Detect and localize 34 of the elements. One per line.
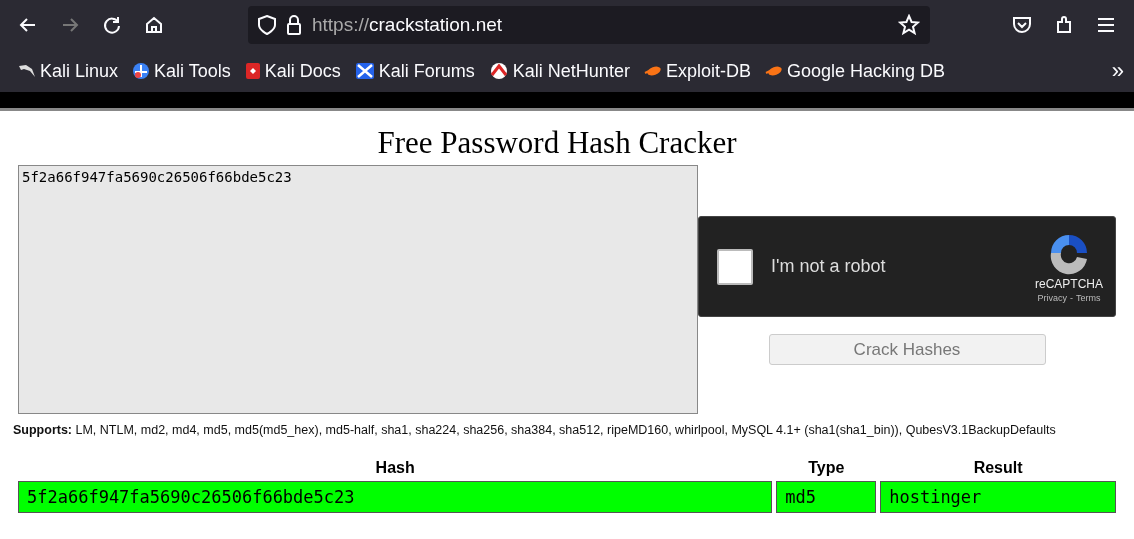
docs-icon [244, 62, 261, 80]
bookmark-link[interactable]: Kali Tools [132, 60, 231, 82]
shield-icon [258, 15, 276, 35]
terms-link[interactable]: Terms [1076, 292, 1101, 303]
page-title: Free Password Hash Cracker [376, 125, 738, 161]
star-icon[interactable] [898, 14, 920, 36]
address-bar[interactable]: https://crackstation.net [248, 6, 930, 44]
bookmark-link[interactable]: Kali Linux [18, 60, 119, 82]
column-header: Type [807, 458, 846, 477]
privacy-link[interactable]: Privacy [1037, 292, 1067, 303]
bug-icon [643, 64, 662, 78]
url-text: https://crackstation.net [312, 14, 504, 36]
bookmark-link[interactable]: Kali NetHunter [488, 60, 630, 82]
supported-hashes-text: Supports: LM, NTLM, md2, md4, md5, md5(md5_hex), md5-half, sha1, sha224, sha256, sha384, sha512, ripeMD160, whirlpool, MySQL 4.1+ (sha1(sha1_bin)), QubesV3.1BackupDefaults [13, 422, 1057, 439]
bookmark-link[interactable]: Kali Forums [354, 60, 475, 82]
result-cell: 5f2a66f947fa5690c26506f66bde5c23 [18, 481, 773, 513]
globe-icon [132, 62, 151, 80]
bookmark-link[interactable]: Google Hacking DB [764, 60, 945, 82]
result-cell: md5 [776, 481, 877, 513]
bookmark-link[interactable]: Kali Docs [244, 60, 341, 82]
bookmark-link[interactable]: Exploit-DB [643, 60, 751, 82]
captcha-checkbox[interactable] [717, 248, 753, 285]
column-header: Hash [374, 458, 416, 477]
result-cell: hostinger [880, 481, 1116, 513]
forums-icon [354, 62, 375, 80]
bug-icon [764, 64, 783, 78]
recaptcha-brand: reCAPTCHA [1035, 276, 1103, 291]
link-separator: - [1070, 292, 1073, 303]
nethunter-icon [488, 62, 509, 80]
captcha-label: I'm not a robot [771, 256, 887, 277]
hash-input-field[interactable]: 5f2a66f947fa5690c26506f66bde5c23 [18, 165, 698, 414]
column-header: Result [972, 458, 1024, 477]
lock-icon [286, 15, 302, 35]
bookmarks-overflow-button[interactable]: » [1111, 58, 1124, 84]
